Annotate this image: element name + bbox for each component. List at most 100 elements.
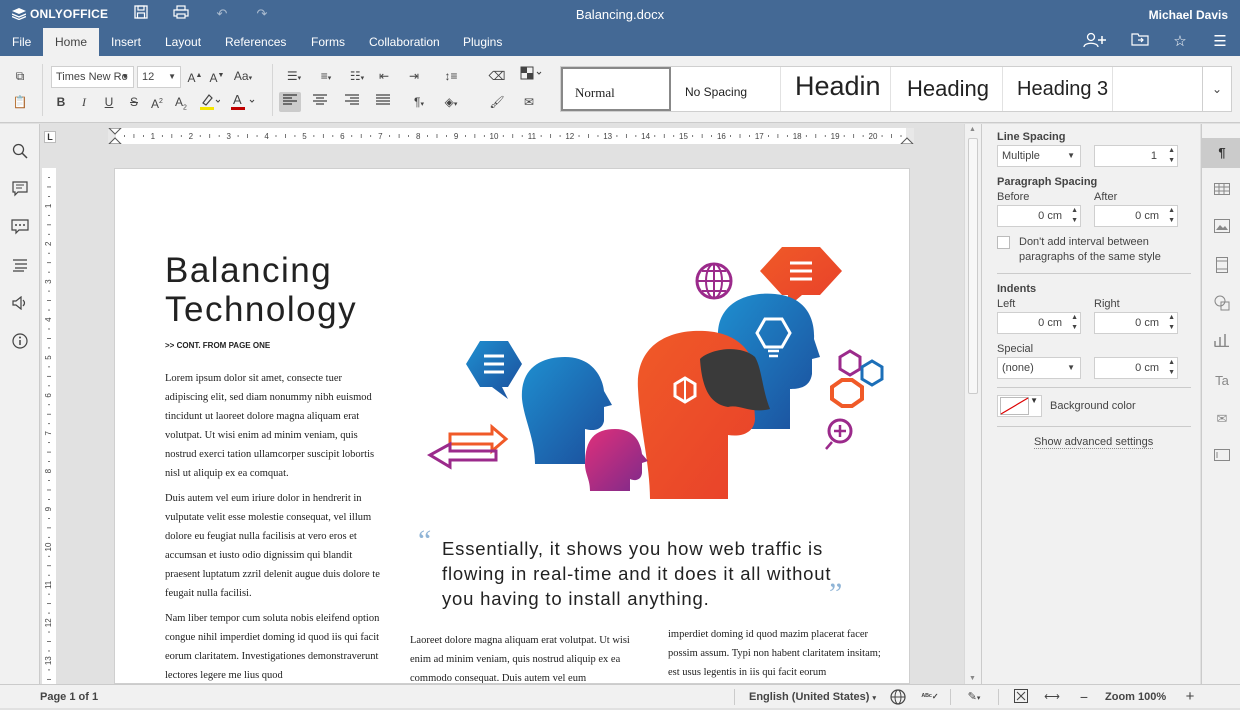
column-3-paragraph[interactable]: imperdiet doming id quod mazim placerat …: [668, 625, 893, 682]
tab-insert[interactable]: Insert: [99, 28, 153, 56]
font-name-select[interactable]: Times New Ro ▼: [51, 66, 134, 88]
background-color-picker[interactable]: ▼: [997, 395, 1042, 417]
scrollbar-thumb[interactable]: [968, 138, 978, 394]
vertical-scrollbar[interactable]: ▲ ▼: [964, 124, 981, 684]
tab-stop-type-button[interactable]: L: [44, 131, 56, 143]
form-settings-icon[interactable]: [1212, 447, 1232, 467]
special-indent-value-input[interactable]: 0 cm ▲ ▼: [1094, 357, 1178, 379]
paste-icon[interactable]: 📋: [9, 92, 31, 112]
spinner-arrows-icon[interactable]: ▲ ▼: [1071, 206, 1078, 226]
indent-left-input[interactable]: 0 cm ▲ ▼: [997, 312, 1081, 334]
navigation-headings-icon[interactable]: [10, 257, 30, 277]
document-language-globe-icon[interactable]: [889, 689, 907, 705]
strikethrough-icon[interactable]: S: [123, 92, 145, 112]
pull-quote[interactable]: Essentially, it shows you how web traffi…: [442, 536, 862, 611]
continued-label[interactable]: >> CONT. FROM PAGE ONE: [165, 341, 270, 350]
copy-style-icon[interactable]: 🖌: [486, 92, 508, 112]
bullets-icon[interactable]: ☰▾: [280, 66, 308, 86]
spacing-before-input[interactable]: 0 cm ▲ ▼: [997, 205, 1081, 227]
italic-icon[interactable]: I: [73, 92, 95, 112]
search-icon[interactable]: [10, 143, 30, 163]
tab-references[interactable]: References: [213, 28, 298, 56]
chat-icon[interactable]: [10, 219, 30, 239]
tab-home[interactable]: Home: [43, 28, 100, 56]
zoom-level[interactable]: Zoom 100%: [1105, 689, 1166, 705]
styles-expand-chevron-icon[interactable]: ⌄: [1203, 67, 1231, 111]
paragraph-1[interactable]: Lorem ipsum dolor sit amet, consecte tue…: [165, 369, 380, 483]
paragraph-3[interactable]: Nam liber tempor cum soluta nobis eleife…: [165, 609, 380, 683]
tab-forms[interactable]: Forms: [299, 28, 357, 56]
paragraph-2[interactable]: Duis autem vel eum iriure dolor in hendr…: [165, 489, 380, 603]
text-art-settings-icon[interactable]: Ta: [1212, 371, 1232, 391]
spinner-arrows-icon[interactable]: ▲ ▼: [1168, 206, 1175, 226]
spacing-after-input[interactable]: 0 cm ▲ ▼: [1094, 205, 1178, 227]
image-settings-icon[interactable]: [1212, 219, 1232, 239]
add-user-icon[interactable]: [1082, 32, 1108, 52]
fit-to-page-icon[interactable]: [1012, 689, 1030, 705]
clear-style-icon[interactable]: ⌫: [486, 66, 508, 86]
open-file-location-icon[interactable]: [1130, 32, 1150, 52]
font-size-select[interactable]: 12 ▼: [137, 66, 181, 88]
track-changes-icon[interactable]: ✎▾: [960, 689, 988, 705]
feedback-speaker-icon[interactable]: [10, 295, 30, 315]
scroll-up-arrow-icon[interactable]: ▲: [969, 126, 976, 133]
tab-layout[interactable]: Layout: [153, 28, 213, 56]
scroll-down-arrow-icon[interactable]: ▼: [969, 675, 976, 682]
bold-icon[interactable]: B: [50, 92, 72, 112]
zoom-out-icon[interactable]: −: [1075, 689, 1093, 705]
align-right-icon[interactable]: [341, 92, 363, 112]
style-no-spacing[interactable]: No Spacing: [671, 67, 781, 111]
document-page[interactable]: Balancing Technology >> CONT. FROM PAGE O…: [114, 168, 910, 684]
show-advanced-settings-link[interactable]: Show advanced settings: [1034, 436, 1154, 449]
tab-file[interactable]: File: [0, 28, 43, 56]
increase-font-icon[interactable]: A▲: [184, 66, 206, 86]
align-left-icon[interactable]: [279, 92, 301, 112]
comments-icon[interactable]: [10, 181, 30, 201]
style-heading-2[interactable]: Heading: [891, 67, 1003, 111]
spinner-arrows-icon[interactable]: ▲ ▼: [1168, 358, 1175, 378]
mail-merge-icon[interactable]: ✉: [518, 92, 540, 112]
column-2-paragraph[interactable]: Laoreet dolore magna aliquam erat volutp…: [410, 631, 635, 683]
highlight-color-icon[interactable]: [196, 92, 222, 112]
table-settings-icon[interactable]: [1212, 181, 1232, 201]
fit-to-width-icon[interactable]: ⟷: [1043, 689, 1061, 705]
indent-right-input[interactable]: 0 cm ▲ ▼: [1094, 312, 1178, 334]
about-info-icon[interactable]: [10, 333, 30, 353]
special-indent-select[interactable]: (none) ▼: [997, 357, 1081, 379]
line-spacing-icon[interactable]: ↕≡: [437, 66, 465, 86]
multilevel-list-icon[interactable]: ☷▾: [343, 66, 371, 86]
tab-collaboration[interactable]: Collaboration: [357, 28, 452, 56]
decrease-indent-icon[interactable]: ⇤: [373, 66, 395, 86]
line-spacing-mode-select[interactable]: Multiple ▼: [997, 145, 1081, 167]
chart-settings-icon[interactable]: [1212, 333, 1232, 353]
numbering-icon[interactable]: ≡▾: [312, 66, 340, 86]
align-center-icon[interactable]: [309, 92, 331, 112]
favorite-star-icon[interactable]: ☆: [1170, 32, 1190, 52]
style-normal[interactable]: Normal: [561, 67, 671, 111]
paragraph-shading-icon[interactable]: ◈▾: [437, 92, 465, 112]
style-heading-3[interactable]: Heading 3: [1003, 67, 1113, 111]
shape-settings-icon[interactable]: [1212, 295, 1232, 315]
horizontal-ruler[interactable]: 1 2 3 4 5 6 7 8 9 10 11 12 13 14 15 16 17 18 19 20: [108, 128, 914, 144]
mail-merge-settings-icon[interactable]: ✉: [1212, 409, 1232, 429]
vertical-ruler[interactable]: 12345678910111213: [42, 168, 56, 684]
decrease-font-icon[interactable]: A▼: [206, 66, 228, 86]
font-color-icon[interactable]: A: [228, 92, 258, 112]
nonprinting-characters-icon[interactable]: ¶▾: [405, 92, 433, 112]
dont-add-interval-checkbox[interactable]: [997, 236, 1010, 249]
underline-icon[interactable]: U: [98, 92, 120, 112]
justify-icon[interactable]: [372, 92, 394, 112]
language-select[interactable]: English (United States) ▾: [749, 689, 876, 705]
style-heading-1[interactable]: Headin: [781, 67, 891, 111]
subscript-icon[interactable]: A2: [170, 92, 192, 112]
page-count[interactable]: Page 1 of 1: [40, 689, 98, 705]
zoom-in-icon[interactable]: +: [1181, 689, 1199, 705]
spinner-arrows-icon[interactable]: ▲ ▼: [1168, 313, 1175, 333]
superscript-icon[interactable]: A2: [146, 92, 168, 112]
heads-illustration-image[interactable]: [410, 239, 890, 529]
tab-plugins[interactable]: Plugins: [451, 28, 514, 56]
user-name[interactable]: Michael Davis: [1149, 8, 1228, 22]
paragraph-settings-icon[interactable]: ¶: [1212, 143, 1232, 163]
color-scheme-icon[interactable]: [518, 66, 546, 86]
spinner-arrows-icon[interactable]: ▲ ▼: [1071, 313, 1078, 333]
